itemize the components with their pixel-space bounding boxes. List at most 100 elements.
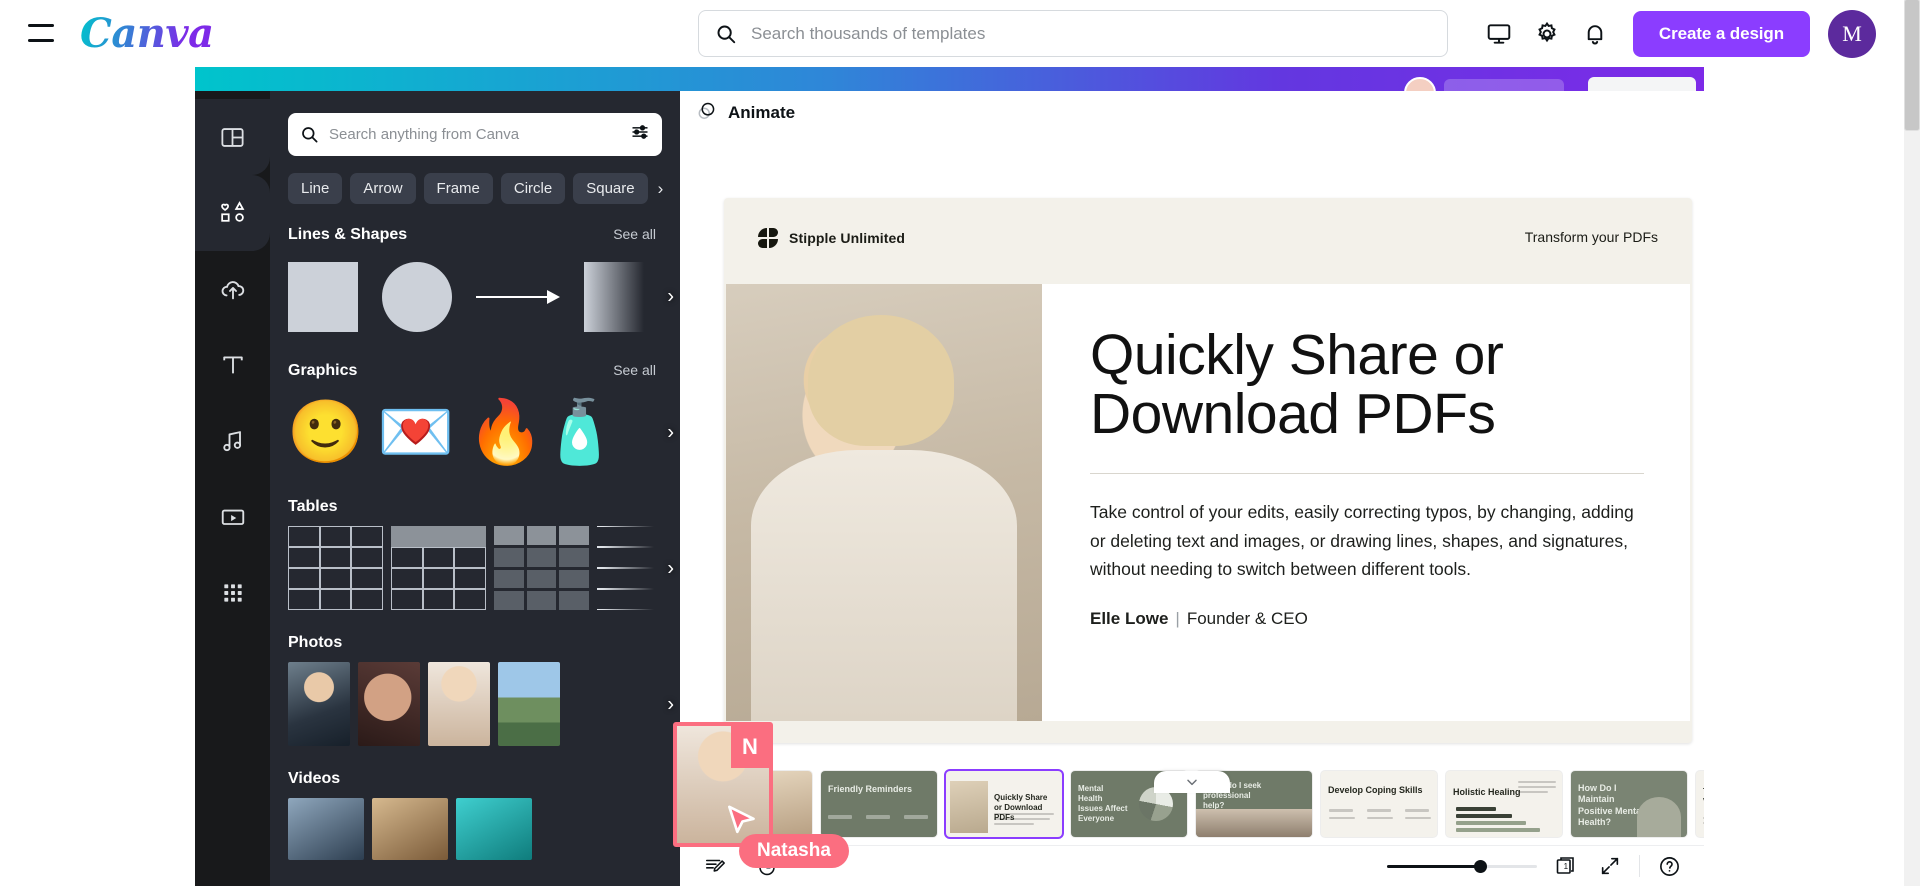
- sliders-icon[interactable]: [630, 122, 650, 147]
- slide-attr-separator: |: [1175, 609, 1180, 629]
- table-template-plain[interactable]: [288, 526, 383, 610]
- zoom-slider-knob[interactable]: [1474, 860, 1487, 873]
- panel-search[interactable]: [288, 113, 662, 156]
- sidebar-item-text[interactable]: [195, 327, 270, 403]
- tables-next-icon[interactable]: ›: [667, 558, 674, 581]
- graphic-smiley[interactable]: 🙂: [287, 395, 364, 471]
- thumbnail-title: Develop Coping Skills: [1328, 785, 1423, 795]
- chip-frame[interactable]: Frame: [423, 173, 493, 204]
- sidebar-item-design[interactable]: [195, 99, 270, 175]
- animate-button[interactable]: Animate: [728, 103, 795, 123]
- see-all-lines-shapes[interactable]: See all: [613, 226, 656, 242]
- sidebar-item-videos[interactable]: [195, 479, 270, 555]
- photo-thumbnail[interactable]: [498, 662, 560, 746]
- global-search[interactable]: [698, 10, 1448, 57]
- table-row[interactable]: Holistic Healing: [1446, 771, 1562, 837]
- thumbnail-title: The Vita Verde Team: [1703, 787, 1704, 807]
- toolbar-divider: [1639, 855, 1640, 877]
- chip-arrow[interactable]: Arrow: [350, 173, 416, 204]
- avatar[interactable]: M: [1828, 9, 1876, 58]
- photos-next-icon[interactable]: ›: [667, 694, 674, 717]
- chip-circle[interactable]: Circle: [500, 173, 566, 204]
- thumbnail-title: How Do I Maintain Positive Mental Health…: [1578, 783, 1644, 827]
- table-row[interactable]: Friendly Reminders: [821, 771, 937, 837]
- expand-arrows-icon[interactable]: [1595, 851, 1625, 881]
- shape-square[interactable]: [288, 262, 358, 332]
- table-row[interactable]: Develop Coping Skills: [1321, 771, 1437, 837]
- scrollbar-thumb[interactable]: [1905, 0, 1919, 130]
- table-row[interactable]: How Do I Maintain Positive Mental Health…: [1571, 771, 1687, 837]
- video-thumbnail[interactable]: [288, 798, 364, 860]
- graphic-fire[interactable]: 🔥: [467, 395, 544, 471]
- shape-circle[interactable]: [382, 262, 452, 332]
- photo-thumbnail[interactable]: [358, 662, 420, 746]
- hamburger-menu-icon[interactable]: [28, 24, 54, 42]
- thumbnail-title: Holistic Healing: [1453, 787, 1521, 797]
- lines-shapes-next-icon[interactable]: ›: [667, 286, 674, 309]
- top-bar-actions: Create a design M: [1475, 0, 1876, 67]
- animate-toolbar: Animate: [680, 91, 1704, 135]
- editor-frame: Line Arrow Frame Circle Square › Lines &…: [195, 67, 1704, 886]
- top-bar: Canva Search thousands of templates Crea…: [0, 0, 1904, 67]
- chip-line[interactable]: Line: [288, 173, 343, 204]
- slide-canvas[interactable]: Stipple Unlimited Transform your PDFs Qu…: [724, 198, 1692, 743]
- video-thumbnail[interactable]: [456, 798, 532, 860]
- canvas-area: Animate Stipple Unlimited Transform your…: [680, 91, 1704, 886]
- page-scrollbar[interactable]: [1904, 0, 1920, 886]
- section-header-videos: Videos: [288, 770, 656, 788]
- collaborator-cursor: N Natasha: [673, 722, 849, 868]
- pages-grid-icon[interactable]: 1: [1551, 851, 1581, 881]
- photo-thumbnail[interactable]: [288, 662, 350, 746]
- search-icon: [302, 127, 318, 143]
- slide-photo[interactable]: [726, 284, 1042, 721]
- global-search-input[interactable]: [751, 23, 1431, 44]
- help-question-icon[interactable]: [1654, 851, 1684, 881]
- photo-thumbnail[interactable]: [428, 662, 490, 746]
- graphics-next-icon[interactable]: ›: [667, 422, 674, 445]
- sidebar-item-audio[interactable]: [195, 403, 270, 479]
- slide-attribution[interactable]: Elle Lowe | Founder & CEO: [1090, 609, 1644, 629]
- cloud-upload-icon: [219, 275, 247, 303]
- slide-text-block: Quickly Share or Download PDFs Take cont…: [1042, 284, 1690, 721]
- sidebar-item-elements[interactable]: [195, 175, 270, 251]
- slide-role: Founder & CEO: [1186, 609, 1308, 629]
- sidebar-item-uploads[interactable]: [195, 251, 270, 327]
- page-number-label: 1: [1564, 862, 1569, 871]
- gear-icon[interactable]: [1523, 10, 1571, 58]
- create-a-design-button[interactable]: Create a design: [1632, 10, 1810, 57]
- notes-pencil-icon[interactable]: [700, 851, 730, 881]
- chip-square[interactable]: Square: [573, 173, 648, 204]
- chips-next-icon[interactable]: ›: [658, 179, 664, 199]
- section-title: Tables: [288, 498, 338, 515]
- editor-top-gradient-bar: [195, 67, 1704, 109]
- thumbnail-strip-collapse-button[interactable]: [1154, 771, 1230, 793]
- graphic-bottle[interactable]: 🧴: [558, 395, 602, 471]
- shapes-icon: [219, 199, 247, 227]
- slide-paragraph[interactable]: Take control of your edits, easily corre…: [1090, 498, 1644, 583]
- panel-search-input[interactable]: [329, 126, 630, 143]
- graphic-envelope[interactable]: 💌: [377, 395, 454, 471]
- thumbnail-title: Friendly Reminders: [828, 784, 913, 794]
- slide-title-line-2[interactable]: Download PDFs: [1090, 384, 1644, 444]
- chevron-down-icon: [1187, 779, 1197, 786]
- canva-logo[interactable]: Canva: [80, 10, 214, 57]
- table-row[interactable]: The Vita Verde Team: [1696, 771, 1704, 837]
- slide-title-line-1[interactable]: Quickly Share or: [1090, 326, 1644, 385]
- table-row[interactable]: Quickly Share or Download PDFs: [946, 771, 1062, 837]
- shape-partial[interactable]: [584, 262, 644, 332]
- sidebar-item-apps[interactable]: [195, 555, 270, 631]
- thumbnail-title: Mental Health Issues Affect Everyone: [1078, 784, 1128, 823]
- bell-icon[interactable]: [1571, 10, 1619, 58]
- shape-arrow[interactable]: [476, 262, 560, 332]
- monitor-icon[interactable]: [1475, 10, 1523, 58]
- video-play-icon: [219, 503, 247, 531]
- table-template-rows[interactable]: [597, 526, 657, 610]
- text-t-icon: [219, 351, 247, 379]
- video-thumbnail[interactable]: [372, 798, 448, 860]
- slide-header: Stipple Unlimited Transform your PDFs: [724, 198, 1692, 284]
- table-template-filled[interactable]: [494, 526, 589, 610]
- zoom-slider[interactable]: [1387, 857, 1537, 875]
- table-template-header[interactable]: [391, 526, 486, 610]
- see-all-graphics[interactable]: See all: [613, 362, 656, 378]
- tables-row: ›: [288, 526, 680, 612]
